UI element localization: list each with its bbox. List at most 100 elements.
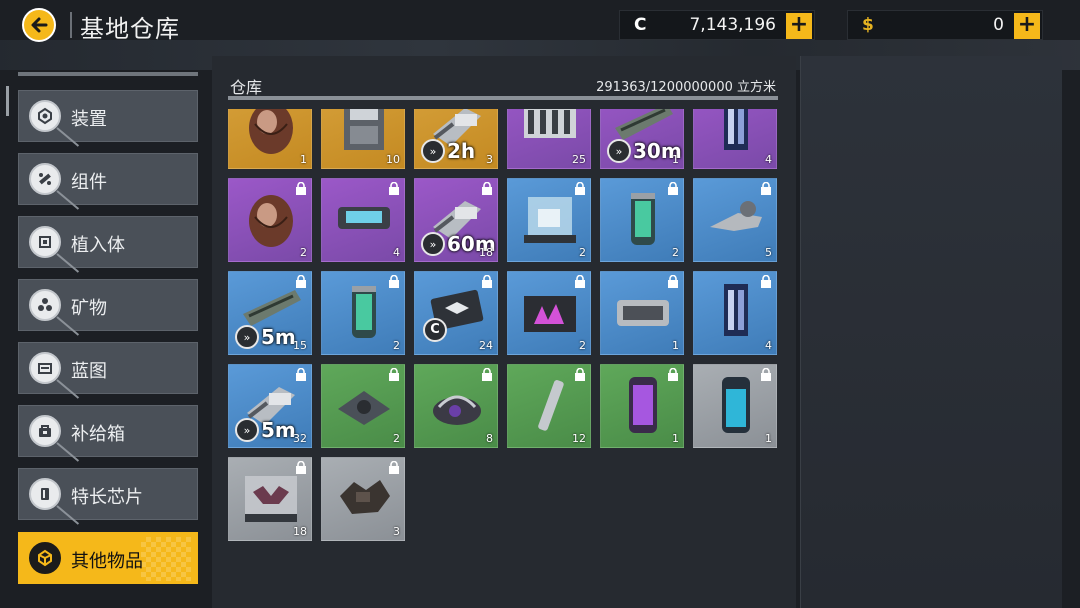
active-pattern	[141, 537, 191, 581]
sidebar-top-edge	[18, 72, 198, 76]
ship-module-icon	[524, 109, 576, 138]
sidebar-item-label: 补给箱	[71, 424, 125, 445]
relic-icon	[433, 395, 481, 425]
inventory-item[interactable]: » 60m 18	[414, 178, 498, 262]
item-count: 1	[672, 339, 679, 352]
sidebar-item-label: 装置	[71, 109, 107, 130]
sidebar-item-component[interactable]: 组件	[18, 153, 198, 210]
boost-timer: » 5m	[235, 324, 296, 350]
sidebar-item-supply-box[interactable]: 补给箱	[18, 405, 198, 462]
sidebar-item-blueprint[interactable]: 蓝图	[18, 342, 198, 399]
arrow-left-icon	[31, 17, 48, 33]
fast-forward-icon: »	[421, 232, 445, 256]
item-count: 5	[765, 246, 772, 259]
sidebar-item-implant[interactable]: 植入体	[18, 216, 198, 273]
lock-icon	[296, 461, 306, 474]
sidebar-item-label: 特长芯片	[71, 487, 143, 508]
item-count: 2	[579, 246, 586, 259]
inventory-item[interactable]: 2	[228, 178, 312, 262]
inventory-item[interactable]: 4	[693, 109, 777, 169]
page-title: 基地仓库	[80, 15, 180, 43]
sidebar-item-device[interactable]: 装置	[18, 90, 198, 147]
lock-icon	[482, 182, 492, 195]
device-case-icon	[338, 207, 390, 229]
creature-case-icon	[245, 476, 297, 522]
lock-icon	[761, 368, 771, 381]
lock-icon	[761, 275, 771, 288]
inventory-item[interactable]: 1	[228, 109, 312, 169]
inventory-item[interactable]: 12	[507, 364, 591, 448]
sidebar-item-mineral[interactable]: 矿物	[18, 279, 198, 336]
item-count: 32	[293, 432, 307, 445]
item-grid: 1 10» 2h 3 25» 30m 1 4 2 4» 60m 18 2 2 5» 5m 15 2 C 24 2 1 4» 5…	[228, 109, 784, 599]
inventory-item[interactable]: 1	[693, 364, 777, 448]
inventory-item[interactable]: 25	[507, 109, 591, 169]
lock-icon	[389, 275, 399, 288]
inventory-item[interactable]: 18	[228, 457, 312, 541]
inventory-item[interactable]: 4	[693, 271, 777, 355]
inventory-item[interactable]: 2	[507, 178, 591, 262]
inventory-item[interactable]: 1	[600, 364, 684, 448]
timer-text: 2h	[447, 139, 476, 163]
boost-timer: » 2h	[421, 138, 475, 164]
inventory-item[interactable]: » 5m 32	[228, 364, 312, 448]
inventory-item[interactable]: » 30m 1	[600, 109, 684, 169]
item-count: 25	[572, 153, 586, 166]
item-count: 3	[486, 153, 493, 166]
tool-part-icon	[710, 201, 762, 231]
purple-canister-icon	[629, 377, 657, 433]
sidebar-item-label: 组件	[71, 172, 107, 193]
add-credits-button[interactable]: +	[786, 13, 812, 39]
sidebar-item-other-items[interactable]: 其他物品	[18, 532, 198, 584]
sidebar-item-label: 矿物	[71, 298, 107, 319]
boost-timer: » 30m	[607, 138, 682, 164]
inventory-item[interactable]: 2	[507, 271, 591, 355]
item-count: 2	[579, 339, 586, 352]
inventory-item[interactable]: 2	[600, 178, 684, 262]
item-count: 3	[393, 525, 400, 538]
add-dollars-button[interactable]: +	[1014, 13, 1040, 39]
item-count: 10	[386, 153, 400, 166]
sidebar-scrollbar[interactable]	[6, 86, 9, 116]
lock-icon	[668, 182, 678, 195]
lock-icon	[575, 368, 585, 381]
item-count: 15	[293, 339, 307, 352]
inventory-item[interactable]: 8	[414, 364, 498, 448]
item-count: 18	[293, 525, 307, 538]
fast-forward-icon: »	[607, 139, 631, 163]
inventory-item[interactable]: 5	[693, 178, 777, 262]
inventory-item[interactable]: 10	[321, 109, 405, 169]
lock-icon	[482, 275, 492, 288]
item-count: 18	[479, 246, 493, 259]
lock-icon	[389, 182, 399, 195]
title-divider	[70, 12, 72, 38]
sidebar-item-label: 蓝图	[71, 361, 107, 382]
item-count: 2	[672, 246, 679, 259]
rod-icon	[538, 380, 564, 431]
inventory-item[interactable]: 1	[600, 271, 684, 355]
item-count: 12	[572, 432, 586, 445]
item-count: 1	[300, 153, 307, 166]
sidebar-item-label: 植入体	[71, 235, 125, 256]
inventory-item[interactable]: » 5m 15	[228, 271, 312, 355]
lock-icon	[389, 368, 399, 381]
canister-icon	[352, 286, 376, 338]
fast-forward-icon: »	[421, 139, 445, 163]
inventory-item[interactable]: C 24	[414, 271, 498, 355]
inventory-item[interactable]: » 2h 3	[414, 109, 498, 169]
credits-icon: C	[634, 15, 647, 35]
credits-value: 7,143,196	[689, 15, 776, 35]
tower-module-icon	[724, 109, 748, 150]
back-button[interactable]	[22, 8, 56, 42]
other-items-icon	[29, 542, 61, 574]
lock-icon	[482, 368, 492, 381]
item-count: 2	[300, 246, 307, 259]
inventory-item[interactable]: 3	[321, 457, 405, 541]
item-count: 2	[393, 432, 400, 445]
inventory-item[interactable]: 4	[321, 178, 405, 262]
sidebar-item-chip[interactable]: 特长芯片	[18, 468, 198, 525]
inventory-item[interactable]: 2	[321, 271, 405, 355]
lock-icon	[575, 182, 585, 195]
blue-canister-icon	[722, 377, 750, 433]
inventory-item[interactable]: 2	[321, 364, 405, 448]
